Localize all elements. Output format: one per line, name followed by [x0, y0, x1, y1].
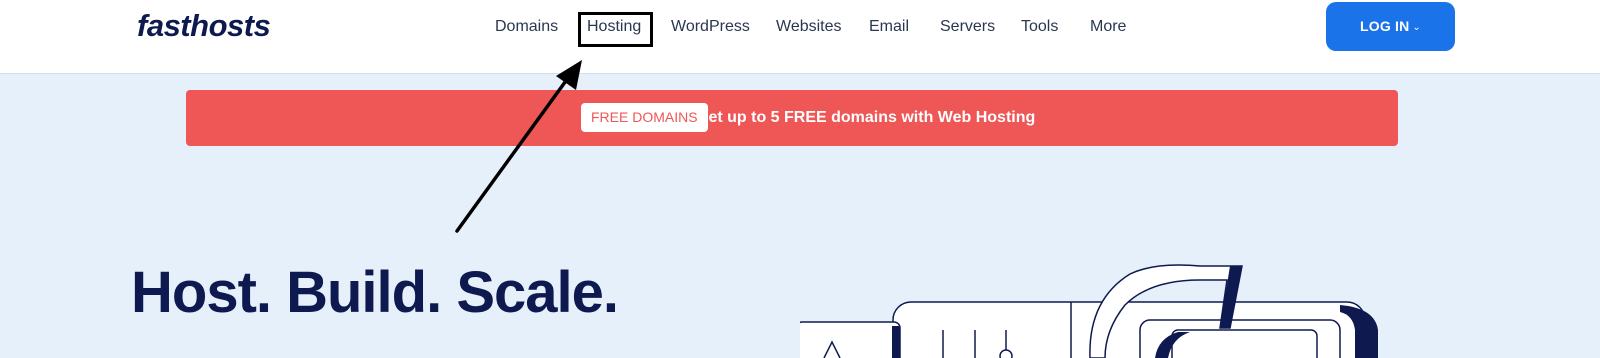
- server-illustration: [800, 264, 1378, 358]
- login-button[interactable]: LOG IN ⌄: [1326, 2, 1455, 51]
- hero-title: Host. Build. Scale.: [131, 260, 619, 325]
- page: fasthosts Domains Hosting WordPress Webs…: [0, 0, 1600, 358]
- promo-text: Get up to 5 FREE domains with Web Hostin…: [696, 109, 1036, 126]
- free-domains-badge: FREE DOMAINS: [581, 103, 708, 132]
- nav-more[interactable]: More: [1090, 15, 1126, 39]
- hosting-highlight-box: [578, 12, 653, 47]
- nav-email[interactable]: Email: [869, 15, 909, 39]
- login-label: LOG IN: [1359, 18, 1410, 34]
- fasthosts-logo[interactable]: fasthosts: [137, 6, 271, 46]
- site-header: fasthosts Domains Hosting WordPress Webs…: [0, 0, 1600, 74]
- nav-tools[interactable]: Tools: [1021, 15, 1058, 39]
- nav-servers[interactable]: Servers: [940, 15, 995, 39]
- nav-wordpress[interactable]: WordPress: [671, 15, 750, 39]
- chevron-down-icon: ⌄: [1412, 22, 1421, 33]
- nav-domains[interactable]: Domains: [495, 15, 558, 39]
- nav-websites[interactable]: Websites: [776, 15, 842, 39]
- promo-banner[interactable]: FREE DOMAINS Get up to 5 FREE domains wi…: [186, 90, 1398, 146]
